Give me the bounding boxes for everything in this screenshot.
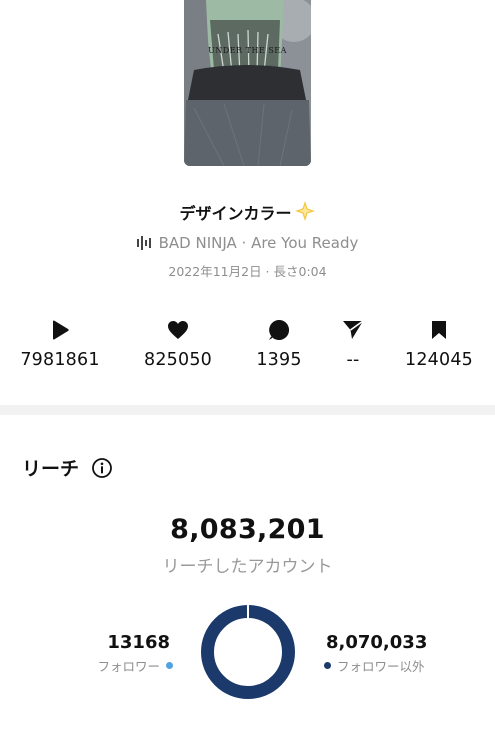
nonfollowers-legend: フォロワー以外	[324, 656, 425, 675]
plays-value: 7981861	[20, 350, 100, 370]
section-divider	[0, 405, 495, 415]
reach-section-title: リーチ	[22, 454, 113, 481]
audio-wave-icon	[136, 236, 153, 254]
play-icon	[10, 318, 110, 342]
stat-shares[interactable]: --	[303, 318, 403, 370]
post-title: デザインカラー	[0, 200, 495, 226]
info-icon[interactable]	[91, 457, 113, 479]
sparkle-icon	[294, 200, 316, 226]
nonfollowers-dot	[324, 662, 331, 669]
audio-track[interactable]: BAD NINJA · Are You Ready	[0, 234, 495, 254]
reach-title-text: リーチ	[22, 458, 80, 480]
reach-donut-chart	[201, 605, 295, 699]
followers-value: 13168	[107, 632, 170, 653]
bookmark-icon	[389, 318, 489, 342]
stat-plays[interactable]: 7981861	[10, 318, 110, 370]
reach-total: 8,083,201	[170, 514, 325, 545]
thumbnail-image	[184, 0, 311, 166]
nonfollowers-ring	[201, 605, 295, 699]
shares-value: --	[346, 350, 360, 370]
likes-value: 825050	[143, 350, 212, 370]
audio-label: BAD NINJA · Are You Ready	[158, 234, 359, 252]
saves-value: 124045	[404, 350, 473, 370]
followers-label: フォロワー	[97, 659, 160, 674]
post-title-text: デザインカラー	[179, 204, 292, 223]
followers-dot	[166, 662, 173, 669]
stat-saves[interactable]: 124045	[389, 318, 489, 370]
heart-icon	[128, 318, 228, 342]
stat-likes[interactable]: 825050	[128, 318, 228, 370]
nonfollowers-label: フォロワー以外	[337, 659, 425, 674]
post-meta: 2022年11月2日 · 長さ0:04	[168, 264, 327, 279]
reach-total-label: リーチしたアカウント	[162, 557, 333, 577]
followers-legend: フォロワー	[97, 656, 173, 675]
thumbnail-caption: UNDER THE SEA	[208, 46, 287, 55]
nonfollowers-value: 8,070,033	[326, 632, 428, 653]
send-icon	[303, 318, 403, 342]
reel-thumbnail[interactable]: UNDER THE SEA	[184, 0, 311, 166]
